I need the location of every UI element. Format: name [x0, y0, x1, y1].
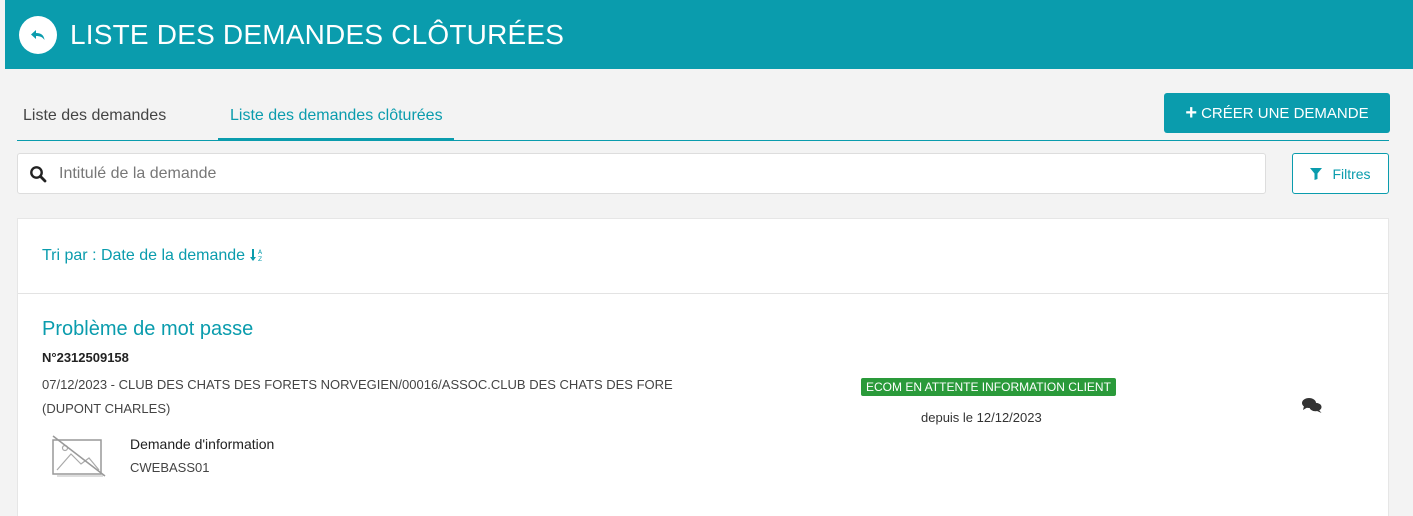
page-header: LISTE DES DEMANDES CLÔTURÉES	[5, 0, 1413, 69]
search-bar	[17, 153, 1266, 194]
page-title: LISTE DES DEMANDES CLÔTURÉES	[70, 18, 565, 50]
list-item[interactable]: Problème de mot passe N°2312509158 07/12…	[18, 294, 1388, 516]
tab-liste-demandes[interactable]: Liste des demandes	[23, 107, 166, 141]
comments-icon[interactable]	[1301, 396, 1323, 414]
filters-button[interactable]: Filtres	[1292, 153, 1389, 194]
filters-label: Filtres	[1332, 165, 1371, 182]
request-number: N°2312509158	[42, 350, 129, 365]
create-request-button[interactable]: + CRÉER UNE DEMANDE	[1164, 93, 1390, 133]
sort-row: Tri par : Date de la demande A Z	[18, 219, 1388, 294]
no-image-icon	[52, 435, 106, 477]
status-since: depuis le 12/12/2023	[921, 410, 1042, 425]
tab-liste-demandes-cloturees[interactable]: Liste des demandes clôturées	[218, 107, 454, 141]
request-type: Demande d'information	[130, 436, 275, 452]
create-request-label: CRÉER UNE DEMANDE	[1201, 104, 1369, 122]
request-title[interactable]: Problème de mot passe	[42, 318, 253, 341]
filter-funnel-icon	[1310, 167, 1323, 180]
request-description: 07/12/2023 - CLUB DES CHATS DES FORETS N…	[42, 377, 673, 416]
sort-label[interactable]: Tri par : Date de la demande	[42, 247, 245, 265]
back-button[interactable]	[19, 15, 57, 54]
requests-card: Tri par : Date de la demande A Z Problèm…	[17, 218, 1389, 516]
search-input[interactable]	[59, 164, 1209, 183]
main-content: Liste des demandes Liste des demandes cl…	[5, 69, 1413, 516]
request-code: CWEBASS01	[130, 460, 210, 475]
status-badge: ECOM EN ATTENTE INFORMATION CLIENT	[861, 378, 1116, 396]
plus-icon: +	[1185, 102, 1198, 124]
sort-alpha-icon[interactable]: A Z	[249, 247, 265, 266]
svg-text:A: A	[258, 249, 263, 256]
back-arrow-icon	[31, 29, 45, 40]
search-icon	[29, 164, 49, 184]
svg-text:Z: Z	[258, 256, 262, 263]
